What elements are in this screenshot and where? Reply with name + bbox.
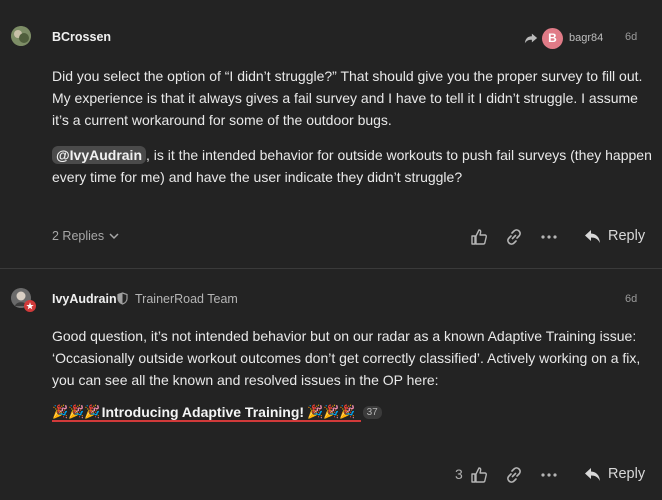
post-body: Did you select the option of “I didn’t s… bbox=[52, 65, 652, 201]
like-icon[interactable] bbox=[470, 466, 488, 484]
moderator-badge-icon bbox=[24, 300, 36, 312]
reply-to-avatar: B bbox=[542, 27, 563, 49]
more-options-icon[interactable] bbox=[540, 466, 558, 484]
link-text[interactable]: Introducing Adaptive Training! bbox=[102, 404, 304, 420]
share-reply-icon bbox=[524, 33, 538, 44]
post-paragraph: @IvyAudrain, is it the intended behavior… bbox=[52, 144, 652, 188]
post-body: Good question, it’s not intended behavio… bbox=[52, 325, 652, 404]
party-popper-icon: 🎉🎉🎉 bbox=[52, 404, 101, 419]
like-icon[interactable] bbox=[470, 228, 488, 246]
post-paragraph: Did you select the option of “I didn’t s… bbox=[52, 68, 643, 128]
link-icon[interactable] bbox=[505, 228, 523, 246]
reply-label: Reply bbox=[608, 228, 646, 244]
more-options-icon[interactable] bbox=[540, 228, 558, 246]
party-popper-icon: 🎉🎉🎉 bbox=[307, 404, 356, 419]
user-mention[interactable]: @IvyAudrain bbox=[52, 146, 147, 164]
reply-to-name: bagr84 bbox=[569, 32, 604, 44]
like-count[interactable]: 3 bbox=[455, 466, 463, 482]
replies-toggle[interactable]: 2 Replies bbox=[52, 229, 119, 243]
post-date[interactable]: 6d bbox=[625, 293, 637, 305]
user-avatar[interactable] bbox=[11, 26, 31, 46]
link-click-count: 37 bbox=[362, 405, 382, 419]
user-title: TrainerRoad Team bbox=[135, 292, 238, 306]
reply-icon bbox=[585, 467, 600, 481]
post-bcrossen: BCrossen B bagr84 6d Did you select the … bbox=[0, 0, 662, 268]
replies-label: 2 Replies bbox=[52, 229, 105, 243]
shield-icon bbox=[117, 292, 128, 305]
link-underline bbox=[52, 420, 361, 422]
chevron-down-icon bbox=[109, 233, 119, 240]
reply-to-indicator[interactable]: B bagr84 bbox=[524, 27, 603, 49]
onebox-link[interactable]: 🎉🎉🎉 Introducing Adaptive Training! 🎉🎉🎉 3… bbox=[52, 402, 382, 422]
username[interactable]: BCrossen bbox=[52, 30, 111, 44]
reply-button[interactable]: Reply bbox=[584, 466, 645, 482]
reply-button[interactable]: Reply bbox=[584, 228, 645, 244]
post-date[interactable]: 6d bbox=[625, 31, 637, 43]
reply-label: Reply bbox=[608, 466, 646, 482]
link-icon[interactable] bbox=[505, 466, 523, 484]
post-paragraph: Good question, it’s not intended behavio… bbox=[52, 328, 641, 388]
username[interactable]: IvyAudrain bbox=[52, 292, 117, 306]
reply-icon bbox=[585, 229, 600, 243]
